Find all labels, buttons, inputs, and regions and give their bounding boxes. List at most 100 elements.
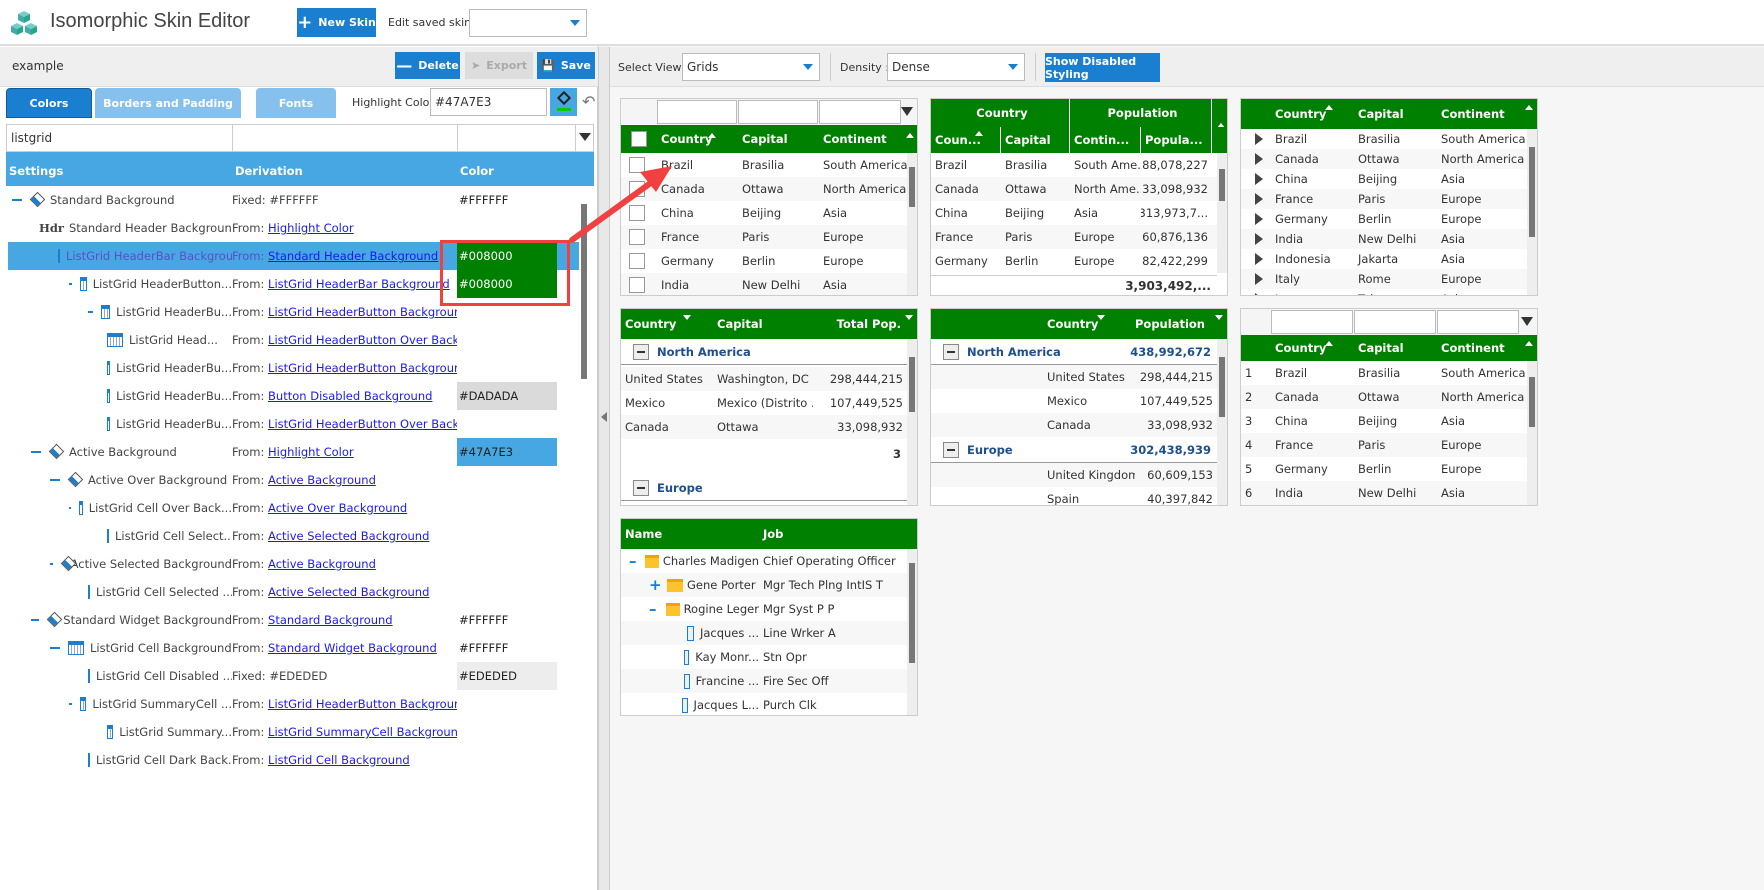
column-header[interactable]: Country: [657, 125, 737, 153]
color-value[interactable]: [457, 354, 557, 382]
row-checkbox[interactable]: [629, 181, 645, 197]
color-value[interactable]: #47A7E3: [457, 438, 557, 466]
edit-saved-skin-select[interactable]: [469, 9, 587, 37]
tree-row[interactable]: ListGrid HeaderBu... From: ListGrid Heade…: [8, 354, 580, 382]
derivation-link[interactable]: Standard Widget Background: [268, 641, 437, 655]
color-value[interactable]: [457, 550, 557, 578]
expand-row-icon[interactable]: [1255, 273, 1263, 285]
column-header[interactable]: Country: [1271, 335, 1351, 361]
group-row[interactable]: North America: [621, 339, 907, 365]
table-row[interactable]: JapanTokyoAsia: [1241, 289, 1537, 295]
sort-descending-icon[interactable]: [905, 315, 913, 320]
collapse-icon[interactable]: [31, 619, 39, 621]
table-row[interactable]: Spain 40,397,842: [931, 487, 1217, 505]
group-row[interactable]: North America 438,992,672: [931, 339, 1217, 365]
tree-row[interactable]: Kay Monr... Stn Opr: [621, 645, 907, 669]
collapse-group-icon[interactable]: [943, 343, 959, 360]
derivation-link[interactable]: ListGrid HeaderButton Background: [268, 361, 457, 375]
collapse-group-icon[interactable]: [633, 343, 649, 360]
derivation-link[interactable]: ListGrid Cell Background: [268, 753, 410, 767]
vertical-scrollbar[interactable]: [907, 153, 917, 295]
expand-row-icon[interactable]: [1255, 193, 1263, 205]
expand-row-icon[interactable]: [1255, 293, 1263, 295]
derivation-link[interactable]: Standard Background: [268, 613, 393, 627]
tree-row[interactable]: Jacques L... Purch Clk: [621, 693, 907, 715]
column-header[interactable]: Contin...: [1070, 127, 1141, 153]
row-checkbox[interactable]: [629, 253, 645, 269]
column-header[interactable]: Country: [621, 309, 711, 339]
group-row[interactable]: Europe: [621, 475, 907, 501]
highlight-color-input[interactable]: #47A7E3: [430, 88, 547, 116]
filter-input[interactable]: [1271, 310, 1353, 334]
filter-input[interactable]: [1437, 310, 1519, 334]
collapse-icon[interactable]: [12, 199, 22, 201]
scrollbar-thumb[interactable]: [909, 357, 915, 412]
derivation-link[interactable]: Highlight Color: [268, 221, 354, 235]
column-header[interactable]: Country: [1043, 309, 1123, 339]
table-row[interactable]: Canada Ottawa North America: [1241, 149, 1537, 169]
tab-fonts[interactable]: Fonts: [256, 88, 336, 118]
collapse-icon[interactable]: [69, 283, 73, 285]
table-row[interactable]: United States 298,444,215: [931, 365, 1217, 389]
table-row[interactable]: Brazil Brasilia South America: [621, 153, 917, 177]
tree-row[interactable]: Active Over Background From: Active Backg…: [8, 466, 580, 494]
table-row[interactable]: China Beijing Asia: [1241, 169, 1537, 189]
settings-scrollbar[interactable]: [579, 186, 589, 786]
collapse-icon[interactable]: [50, 563, 53, 565]
table-row[interactable]: Germany Berlin Europe: [621, 249, 917, 273]
derivation-link[interactable]: Active Background: [268, 557, 376, 571]
tab-borders-and-padding[interactable]: Borders and Padding: [95, 88, 241, 118]
table-row[interactable]: Canada Ottawa 33,098,932: [621, 415, 907, 439]
color-value[interactable]: #FFFFFF: [457, 634, 557, 662]
settings-filter-input[interactable]: listgrid: [7, 125, 233, 151]
color-filter-input[interactable]: [458, 125, 576, 151]
derivation-link[interactable]: ListGrid HeaderButton Background: [268, 305, 457, 319]
collapse-group-icon[interactable]: [633, 479, 649, 496]
color-value[interactable]: [457, 522, 557, 550]
tree-row[interactable]: – Charles Madigen Chief Operating Officer: [621, 549, 907, 573]
expand-row-icon[interactable]: [1255, 173, 1263, 185]
derivation-link[interactable]: ListGrid SummaryCell Background: [268, 725, 457, 739]
column-header[interactable]: Coun...: [931, 127, 1001, 153]
table-row[interactable]: United Kingdom 60,609,153: [931, 463, 1217, 487]
table-row[interactable]: Mexico 107,449,525: [931, 389, 1217, 413]
collapse-icon[interactable]: –: [649, 600, 660, 618]
density-dropdown[interactable]: Dense: [887, 53, 1025, 81]
tree-row[interactable]: ListGrid Head... From: ListGrid HeaderBut…: [8, 326, 580, 354]
table-row[interactable]: France Paris Europe: [621, 225, 917, 249]
table-row[interactable]: China Beijing Asia: [621, 201, 917, 225]
vertical-scrollbar[interactable]: [907, 339, 917, 505]
table-row[interactable]: France Paris Europe 60,876,136: [931, 225, 1227, 249]
vertical-scrollbar[interactable]: [1527, 361, 1537, 505]
column-header[interactable]: Capital: [1354, 335, 1434, 361]
table-row[interactable]: India New Delhi Asia: [1241, 229, 1537, 249]
tree-row[interactable]: ListGrid Cell Dark Back... From: ListGrid…: [8, 746, 580, 774]
tree-row[interactable]: Standard Background Fixed: #FFFFFF #FFFFFF: [8, 186, 580, 214]
derivation-link[interactable]: Active Over Background: [268, 501, 407, 515]
vertical-scrollbar[interactable]: [907, 549, 917, 715]
color-value[interactable]: [457, 718, 557, 746]
color-value[interactable]: [457, 690, 557, 718]
sort-descending-icon[interactable]: [1097, 315, 1105, 320]
tree-row[interactable]: Hdr Standard Header Background From: Highl…: [8, 214, 580, 242]
tree-row[interactable]: – Rogine Leger Mgr Syst P P: [621, 597, 907, 621]
table-row[interactable]: Brazil Brasilia South America: [1241, 129, 1537, 149]
expand-row-icon[interactable]: [1255, 233, 1263, 245]
scrollbar-thumb[interactable]: [1219, 357, 1225, 417]
column-header[interactable]: Population: [1131, 309, 1215, 339]
expand-row-icon[interactable]: [1255, 213, 1263, 225]
scrollbar-thumb[interactable]: [1529, 377, 1535, 427]
tree-row[interactable]: ListGrid Cell Disabled ... Fixed: #EDEDED…: [8, 662, 580, 690]
tree-row[interactable]: ListGrid HeaderBu... From: Button Disable…: [8, 382, 580, 410]
table-row[interactable]: United KingdomLondon60,609,153: [621, 503, 907, 505]
color-picker-bucket-icon[interactable]: [550, 88, 577, 116]
splitter[interactable]: [598, 47, 610, 890]
show-disabled-styling-button[interactable]: Show Disabled Styling: [1045, 53, 1160, 82]
column-header-settings[interactable]: Settings: [9, 164, 63, 178]
scrollbar-thumb[interactable]: [909, 167, 915, 207]
vertical-scrollbar[interactable]: [1527, 129, 1537, 295]
filter-input[interactable]: [657, 100, 737, 124]
collapse-icon[interactable]: –: [629, 552, 639, 570]
scrollbar-thumb[interactable]: [1529, 147, 1535, 237]
color-value[interactable]: [457, 494, 557, 522]
